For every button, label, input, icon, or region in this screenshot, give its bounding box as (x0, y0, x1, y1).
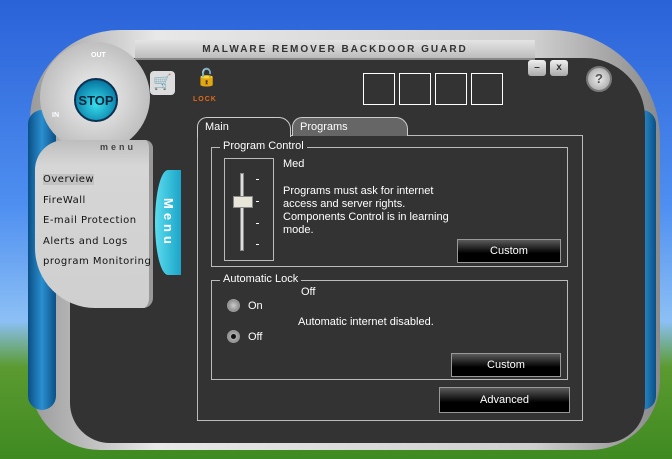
status-box-1 (363, 73, 395, 105)
lock-on-radio[interactable] (227, 299, 240, 312)
lock-label: LOCK (193, 96, 217, 103)
program-control-custom-button[interactable]: Custom (457, 239, 561, 263)
cart-icon[interactable]: 🛒 (150, 71, 175, 95)
menu-toggle-tab[interactable]: Menu (155, 170, 181, 275)
automatic-lock-custom-button[interactable]: Custom (451, 353, 561, 377)
advanced-button[interactable]: Advanced (439, 387, 570, 413)
title-bar[interactable]: MALWARE REMOVER BACKDOOR GUARD (135, 40, 535, 60)
in-label: IN (52, 112, 59, 119)
menu-item-email-protection[interactable]: E-mail Protection (43, 215, 137, 226)
out-label: OUT (91, 52, 106, 59)
stop-button[interactable]: STOP (74, 78, 118, 122)
status-box-4 (471, 73, 503, 105)
menu-item-alerts-logs[interactable]: Alerts and Logs (43, 236, 128, 247)
automatic-lock-title: Automatic Lock (220, 273, 302, 285)
menu-item-firewall[interactable]: FireWall (43, 195, 86, 206)
automatic-lock-description: Automatic internet disabled. (298, 316, 434, 328)
lock-off-label: Off (248, 331, 263, 343)
program-control-description: Programs must ask for internet access an… (283, 185, 449, 236)
program-control-title: Program Control (220, 140, 307, 152)
help-button[interactable]: ? (586, 66, 612, 92)
automatic-lock-status: Off (301, 286, 316, 298)
close-button[interactable]: x (550, 60, 568, 76)
tab-main[interactable]: Main (197, 117, 291, 137)
lock-icon[interactable]: 🔓 (196, 68, 217, 94)
lock-off-radio[interactable] (227, 330, 240, 343)
lock-on-label: On (248, 300, 263, 312)
status-box-2 (399, 73, 431, 105)
tab-programs[interactable]: Programs (292, 117, 408, 136)
menu-item-overview[interactable]: Overview (43, 174, 95, 185)
menu-header: menu (100, 142, 137, 152)
menu-item-program-monitoring[interactable]: program Monitoring (43, 256, 151, 267)
security-slider[interactable] (224, 158, 274, 261)
program-control-level: Med (283, 158, 305, 170)
slider-thumb[interactable] (233, 196, 253, 208)
minimize-button[interactable]: – (528, 60, 546, 76)
status-box-3 (435, 73, 467, 105)
